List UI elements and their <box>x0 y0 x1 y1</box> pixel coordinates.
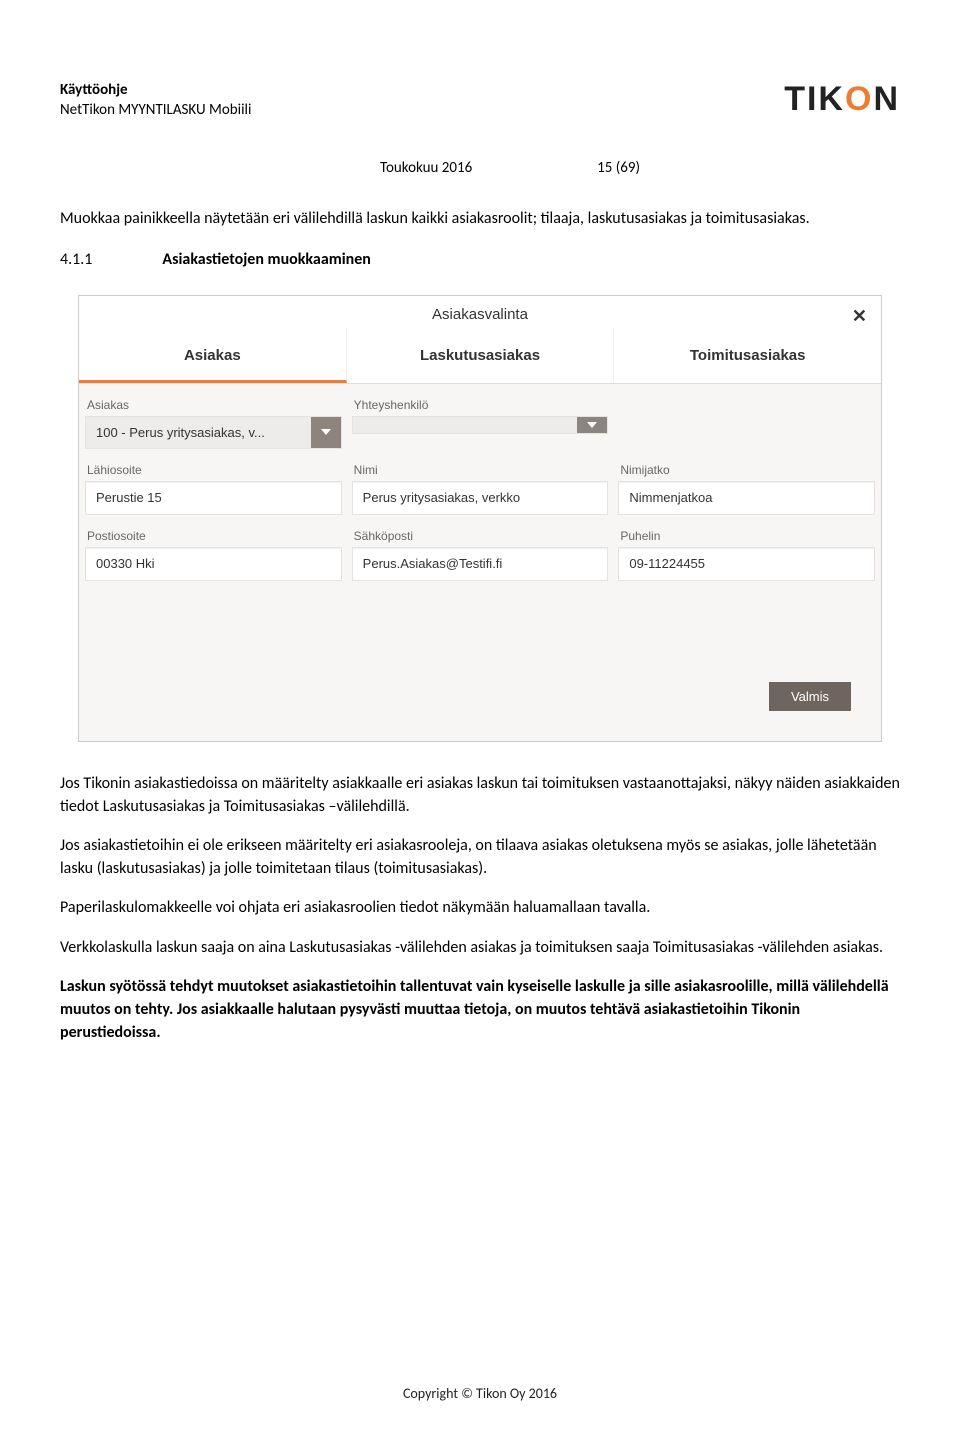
label-nimijatko: Nimijatko <box>618 463 875 477</box>
tikon-logo: TIKON <box>784 80 900 119</box>
page-date: Toukokuu 2016 <box>380 159 472 177</box>
label-puhelin: Puhelin <box>618 529 875 543</box>
paragraph-5-bold: Laskun syötössä tehdyt muutokset asiakas… <box>60 975 900 1045</box>
label-asiakas: Asiakas <box>85 398 342 412</box>
tabs: Asiakas Laskutusasiakas Toimitusasiakas <box>79 329 881 384</box>
page-footer: Copyright © Tikon Oy 2016 <box>0 1385 960 1402</box>
field-nimi: Nimi Perus yritysasiakas, verkko <box>352 463 609 515</box>
tab-asiakas[interactable]: Asiakas <box>79 329 347 383</box>
dialog-title: Asiakasvalinta <box>432 306 528 323</box>
logo-part-tik: TIK <box>784 80 845 118</box>
caret-down-icon[interactable] <box>311 417 341 448</box>
intro-paragraph: Muokkaa painikkeella näytetään eri välil… <box>60 207 900 230</box>
nimi-input[interactable]: Perus yritysasiakas, verkko <box>352 481 609 515</box>
dialog-footer: Valmis <box>79 601 881 741</box>
label-sahkoposti: Sähköposti <box>352 529 609 543</box>
asiakas-select-value: 100 - Perus yritysasiakas, v... <box>86 417 311 448</box>
field-nimijatko: Nimijatko Nimmenjatkoa <box>618 463 875 515</box>
section-number: 4.1.1 <box>60 250 92 269</box>
section-title: Asiakastietojen muokkaaminen <box>162 250 370 269</box>
field-puhelin: Puhelin 09-11224455 <box>618 529 875 581</box>
paragraph-1: Jos Tikonin asiakastiedoissa on määritel… <box>60 772 900 818</box>
asiakasvalinta-dialog: Asiakasvalinta ✕ Asiakas Laskutusasiakas… <box>78 295 882 742</box>
page-date-row: Toukokuu 2016 15 (69) <box>60 129 900 177</box>
close-icon[interactable]: ✕ <box>852 306 867 327</box>
field-postiosoite: Postiosoite 00330 Hki <box>85 529 342 581</box>
paragraph-3: Paperilaskulomakkeelle voi ohjata eri as… <box>60 896 900 919</box>
sahkoposti-input[interactable]: Perus.Asiakas@Testifi.fi <box>352 547 609 581</box>
scroll-indicator-icon <box>866 329 879 355</box>
field-lahiosoite: Lähiosoite Perustie 15 <box>85 463 342 515</box>
tab-laskutusasiakas[interactable]: Laskutusasiakas <box>347 329 615 383</box>
page-header: Käyttöohje NetTikon MYYNTILASKU Mobiili … <box>60 80 900 121</box>
field-sahkoposti: Sähköposti Perus.Asiakas@Testifi.fi <box>352 529 609 581</box>
tab-toimitusasiakas[interactable]: Toimitusasiakas <box>614 329 881 383</box>
label-yhteyshenkilo: Yhteyshenkilö <box>352 398 609 412</box>
paragraph-4: Verkkolaskulla laskun saaja on aina Lask… <box>60 936 900 959</box>
field-yhteyshenkilo: Yhteyshenkilö <box>352 398 609 449</box>
valmis-button[interactable]: Valmis <box>769 682 851 711</box>
header-left: Käyttöohje NetTikon MYYNTILASKU Mobiili <box>60 80 251 121</box>
caret-down-icon[interactable] <box>577 417 607 433</box>
label-lahiosoite: Lähiosoite <box>85 463 342 477</box>
label-postiosoite: Postiosoite <box>85 529 342 543</box>
logo-part-o: O <box>845 80 873 118</box>
paragraph-2: Jos asiakastietoihin ei ole erikseen mää… <box>60 834 900 880</box>
header-title: Käyttöohje <box>60 80 251 100</box>
yhteyshenkilo-select-value <box>353 417 578 433</box>
dialog-form: Asiakas 100 - Perus yritysasiakas, v... … <box>79 384 881 601</box>
puhelin-input[interactable]: 09-11224455 <box>618 547 875 581</box>
yhteyshenkilo-select[interactable] <box>352 416 609 434</box>
asiakas-select[interactable]: 100 - Perus yritysasiakas, v... <box>85 416 342 449</box>
section-heading: 4.1.1 Asiakastietojen muokkaaminen <box>60 250 900 269</box>
dialog-titlebar: Asiakasvalinta ✕ <box>79 296 881 329</box>
postiosoite-input[interactable]: 00330 Hki <box>85 547 342 581</box>
field-spacer <box>618 398 875 449</box>
page-number: 15 (69) <box>597 159 640 177</box>
label-nimi: Nimi <box>352 463 609 477</box>
field-asiakas: Asiakas 100 - Perus yritysasiakas, v... <box>85 398 342 449</box>
nimijatko-input[interactable]: Nimmenjatkoa <box>618 481 875 515</box>
lahiosoite-input[interactable]: Perustie 15 <box>85 481 342 515</box>
header-subtitle: NetTikon MYYNTILASKU Mobiili <box>60 100 251 120</box>
logo-part-n: N <box>873 80 900 118</box>
